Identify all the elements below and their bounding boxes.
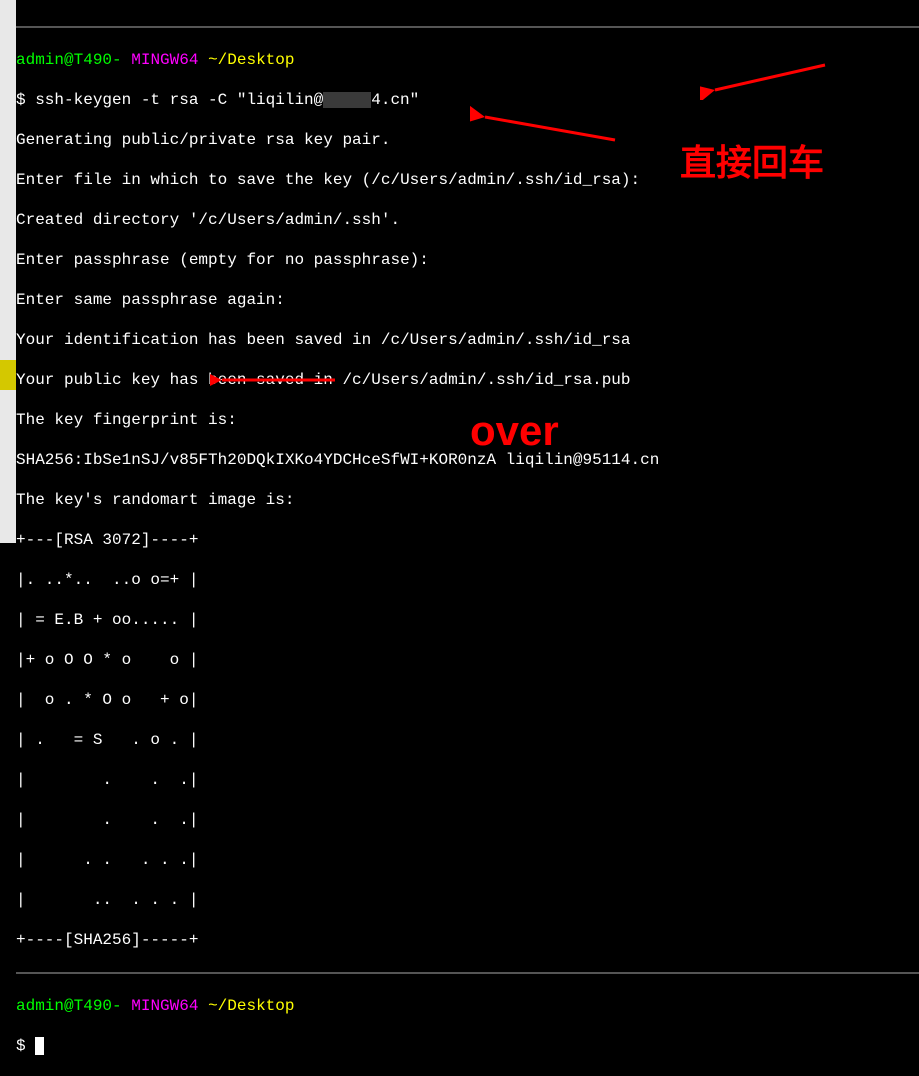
output-line: Your identification has been saved in /c… [16, 330, 919, 350]
prompt-user-host: admin@T490- [16, 997, 122, 1015]
divider-bottom [16, 972, 919, 974]
output-line: SHA256:IbSe1nSJ/v85FTh20DQkIXKo4YDCHceSf… [16, 450, 919, 470]
arrow-annotation-3 [210, 365, 340, 395]
prompt-shell: MINGW64 [131, 51, 198, 69]
prompt-dollar: $ [16, 1037, 35, 1055]
annotation-text-enter: 直接回车 [680, 140, 824, 185]
output-line: Created directory '/c/Users/admin/.ssh'. [16, 210, 919, 230]
randomart-line: | . . . . .| [16, 850, 919, 870]
redacted-email-part [323, 92, 371, 108]
prompt-path: ~/Desktop [208, 997, 294, 1015]
randomart-line: |. ..*.. ..o o=+ | [16, 570, 919, 590]
output-line: Enter same passphrase again: [16, 290, 919, 310]
arrow-annotation-1 [700, 55, 830, 100]
output-line: Your public key has been saved in /c/Use… [16, 370, 919, 390]
randomart-line: +----[SHA256]-----+ [16, 930, 919, 950]
annotation-text-over: over [470, 405, 559, 458]
cursor [35, 1037, 44, 1055]
command-prefix: $ [16, 91, 35, 109]
randomart-line: |+ o O O * o o | [16, 650, 919, 670]
command-text-post: 4.cn" [371, 91, 419, 109]
output-line: The key fingerprint is: [16, 410, 919, 430]
command-text-pre: ssh-keygen -t rsa -C "liqilin@ [35, 91, 323, 109]
randomart-line: | o . * O o + o| [16, 690, 919, 710]
prompt-ready[interactable]: $ [16, 1036, 919, 1056]
prompt-line-2: admin@T490- MINGW64 ~/Desktop [16, 996, 919, 1016]
arrow-annotation-2 [470, 105, 620, 145]
randomart-line: | .. . . . | [16, 890, 919, 910]
divider-top [16, 26, 919, 28]
output-line: Enter passphrase (empty for no passphras… [16, 250, 919, 270]
randomart-line: | . = S . o . | [16, 730, 919, 750]
output-line: The key's randomart image is: [16, 490, 919, 510]
randomart-line: | . . .| [16, 810, 919, 830]
prompt-user-host: admin@T490- [16, 51, 122, 69]
randomart-line: +---[RSA 3072]----+ [16, 530, 919, 550]
prompt-path: ~/Desktop [208, 51, 294, 69]
randomart-line: | = E.B + oo..... | [16, 610, 919, 630]
randomart-line: | . . .| [16, 770, 919, 790]
prompt-shell: MINGW64 [131, 997, 198, 1015]
